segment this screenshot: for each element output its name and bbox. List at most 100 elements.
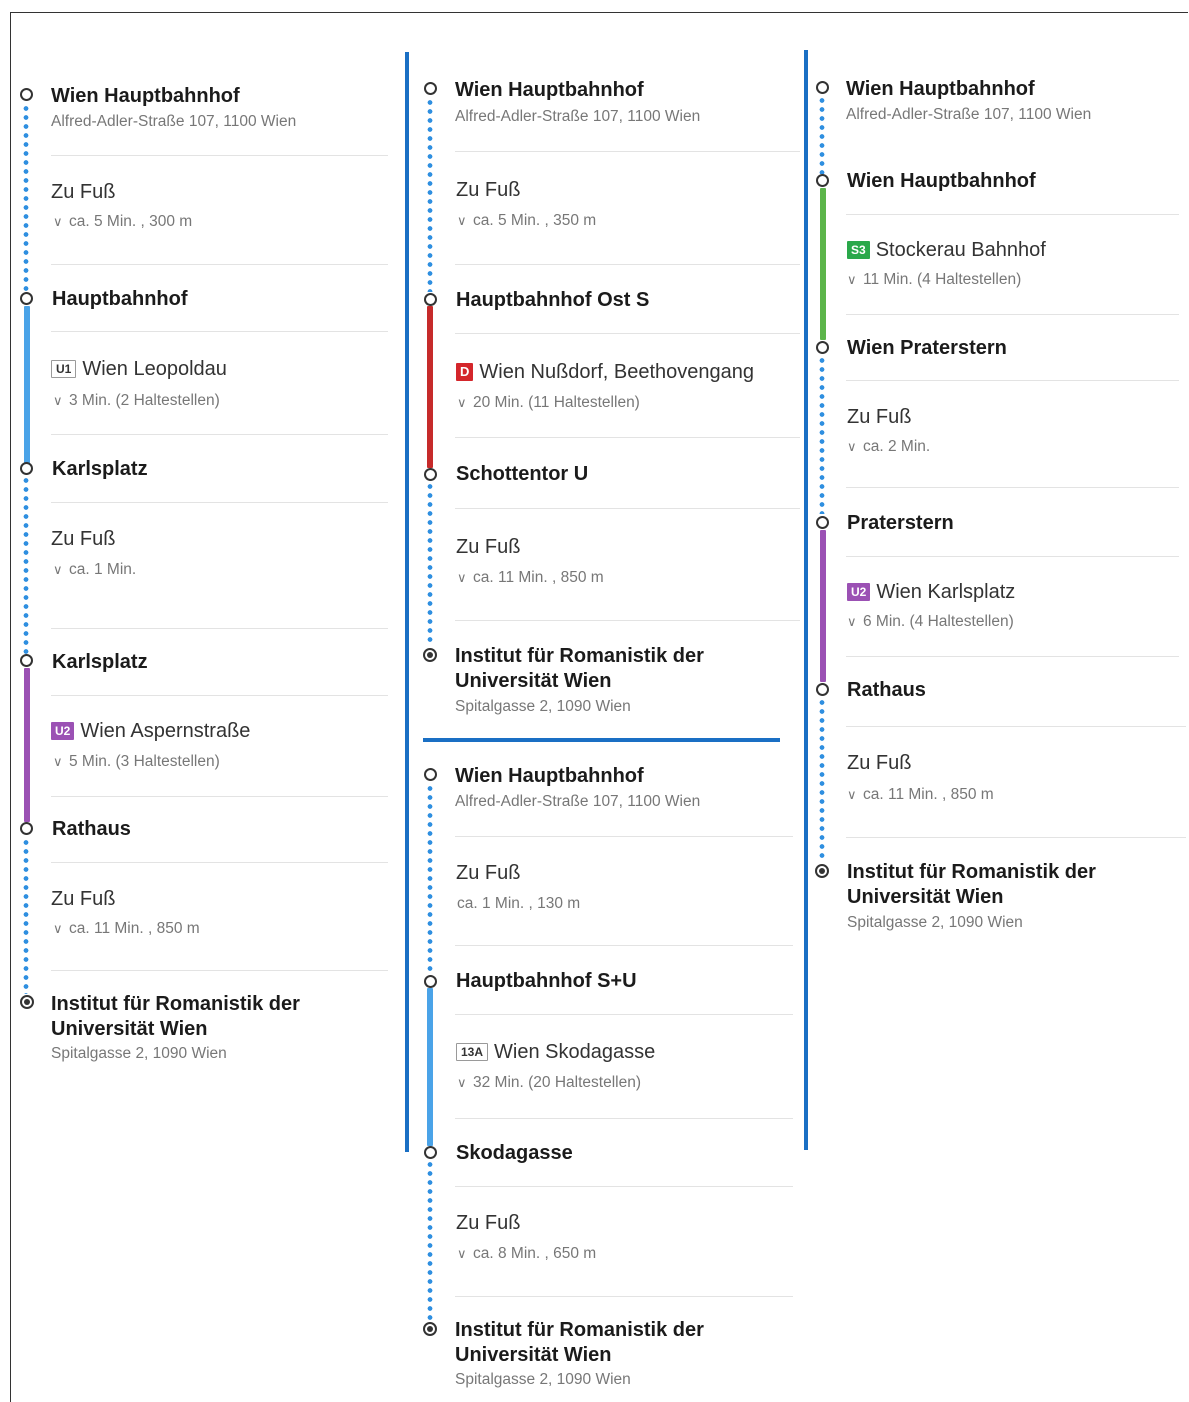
divider bbox=[51, 628, 388, 629]
ride-direction[interactable]: U2 Wien Aspernstraße bbox=[51, 720, 250, 743]
destination-name[interactable]: Institut für Romanistik der Universität … bbox=[455, 644, 795, 694]
stop-name[interactable]: Wien Praterstern bbox=[847, 337, 1007, 360]
chevron-down-icon: ∨ bbox=[53, 214, 63, 229]
walk-label: Zu Fuß bbox=[456, 536, 521, 558]
walk-detail[interactable]: ∨ ca. 11 Min. , 850 m bbox=[53, 920, 200, 938]
start-stop-name[interactable]: Wien Hauptbahnhof bbox=[846, 78, 1035, 101]
walk-detail[interactable]: ∨ ca. 1 Min. bbox=[53, 561, 136, 579]
walk-line bbox=[23, 476, 29, 654]
u2-line bbox=[820, 530, 826, 682]
walk-label: Zu Fuß bbox=[51, 181, 116, 203]
chevron-down-icon: ∨ bbox=[457, 395, 467, 410]
divider bbox=[846, 726, 1186, 727]
walk-line bbox=[23, 838, 29, 994]
stop-circle-icon bbox=[424, 468, 437, 481]
walk-detail[interactable]: ∨ ca. 5 Min. , 300 m bbox=[53, 213, 192, 231]
stop-circle-icon bbox=[816, 81, 829, 94]
walk-detail[interactable]: ∨ ca. 2 Min. bbox=[847, 438, 930, 456]
destination-name[interactable]: Institut für Romanistik der Universität … bbox=[455, 1318, 795, 1368]
walk-detail[interactable]: ∨ ca. 5 Min. , 350 m bbox=[457, 212, 596, 230]
destination-icon bbox=[423, 648, 437, 662]
walk-detail[interactable]: ∨ ca. 8 Min. , 650 m bbox=[457, 1245, 596, 1263]
chevron-down-icon: ∨ bbox=[457, 213, 467, 228]
stop-name[interactable]: Wien Hauptbahnhof bbox=[847, 170, 1036, 193]
stop-circle-icon bbox=[816, 516, 829, 529]
stop-circle-icon bbox=[424, 975, 437, 988]
walk-line bbox=[819, 698, 825, 862]
start-address: Alfred-Adler-Straße 107, 1100 Wien bbox=[846, 106, 1092, 123]
d-badge: D bbox=[456, 363, 474, 381]
destination-name[interactable]: Institut für Romanistik der Universität … bbox=[51, 992, 391, 1042]
start-stop-name[interactable]: Wien Hauptbahnhof bbox=[455, 765, 644, 788]
walk-line bbox=[819, 96, 825, 174]
stop-name[interactable]: Karlsplatz bbox=[52, 458, 148, 481]
walk-line bbox=[427, 1160, 433, 1322]
ride-direction[interactable]: S3 Stockerau Bahnhof bbox=[847, 239, 1046, 262]
stop-name[interactable]: Hauptbahnhof S+U bbox=[456, 970, 637, 993]
walk-detail[interactable]: ca. 1 Min. , 130 m bbox=[457, 895, 580, 913]
ride-detail[interactable]: ∨ 20 Min. (11 Haltestellen) bbox=[457, 394, 640, 412]
divider bbox=[455, 1014, 793, 1015]
column-separator bbox=[405, 52, 409, 1152]
divider bbox=[455, 1186, 793, 1187]
divider bbox=[846, 656, 1179, 657]
divider bbox=[846, 487, 1179, 488]
destination-address: Spitalgasse 2, 1090 Wien bbox=[455, 1371, 631, 1388]
divider bbox=[51, 155, 388, 156]
stop-name[interactable]: Praterstern bbox=[847, 512, 954, 535]
walk-line bbox=[819, 356, 825, 514]
stop-name[interactable]: Hauptbahnhof Ost S bbox=[456, 289, 649, 312]
walk-line bbox=[23, 104, 29, 292]
divider bbox=[51, 502, 388, 503]
stop-circle-icon bbox=[20, 88, 33, 101]
start-address: Alfred-Adler-Straße 107, 1100 Wien bbox=[455, 108, 701, 125]
walk-detail[interactable]: ∨ ca. 11 Min. , 850 m bbox=[847, 786, 994, 804]
ride-detail[interactable]: ∨ 32 Min. (20 Haltestellen) bbox=[457, 1074, 641, 1092]
chevron-down-icon: ∨ bbox=[53, 393, 63, 408]
stop-name[interactable]: Rathaus bbox=[847, 679, 926, 702]
start-address: Alfred-Adler-Straße 107, 1100 Wien bbox=[455, 793, 701, 810]
walk-label: Zu Fuß bbox=[456, 179, 521, 201]
u1-badge: U1 bbox=[51, 360, 77, 378]
divider bbox=[846, 556, 1179, 557]
divider bbox=[455, 508, 800, 509]
walk-line bbox=[427, 784, 433, 974]
ride-detail[interactable]: ∨ 6 Min. (4 Haltestellen) bbox=[847, 613, 1014, 631]
divider bbox=[846, 837, 1186, 838]
divider bbox=[455, 1296, 793, 1297]
divider bbox=[51, 796, 388, 797]
ride-detail[interactable]: ∨ 3 Min. (2 Haltestellen) bbox=[53, 392, 220, 410]
chevron-down-icon: ∨ bbox=[847, 614, 857, 629]
column-separator bbox=[804, 50, 808, 1150]
u2-line bbox=[24, 668, 30, 822]
walk-label: Zu Fuß bbox=[847, 752, 912, 774]
stop-circle-icon bbox=[424, 82, 437, 95]
ride-direction[interactable]: D Wien Nußdorf, Beethovengang bbox=[456, 361, 754, 384]
ride-direction[interactable]: U2 Wien Karlsplatz bbox=[847, 581, 1015, 604]
destination-address: Spitalgasse 2, 1090 Wien bbox=[455, 698, 631, 715]
stop-name[interactable]: Rathaus bbox=[52, 818, 131, 841]
s3-line bbox=[820, 188, 826, 340]
stop-name[interactable]: Schottentor U bbox=[456, 463, 588, 486]
ride-detail[interactable]: ∨ 5 Min. (3 Haltestellen) bbox=[53, 753, 220, 771]
stop-name[interactable]: Skodagasse bbox=[456, 1142, 573, 1165]
stop-name[interactable]: Hauptbahnhof bbox=[52, 288, 188, 311]
ride-direction[interactable]: 13A Wien Skodagasse bbox=[456, 1041, 655, 1064]
chevron-down-icon: ∨ bbox=[457, 1075, 467, 1090]
chevron-down-icon: ∨ bbox=[53, 562, 63, 577]
divider bbox=[455, 333, 800, 334]
bus-line bbox=[427, 988, 433, 1146]
ride-detail[interactable]: ∨ 11 Min. (4 Haltestellen) bbox=[847, 271, 1021, 289]
ride-direction[interactable]: U1 Wien Leopoldau bbox=[51, 358, 227, 381]
chevron-down-icon: ∨ bbox=[847, 272, 857, 287]
destination-name[interactable]: Institut für Romanistik der Universität … bbox=[847, 860, 1187, 910]
divider bbox=[51, 264, 388, 265]
walk-detail[interactable]: ∨ ca. 11 Min. , 850 m bbox=[457, 569, 604, 587]
walk-label: Zu Fuß bbox=[456, 862, 521, 884]
walk-label: Zu Fuß bbox=[51, 888, 116, 910]
walk-line bbox=[427, 98, 433, 292]
route-separator bbox=[423, 738, 780, 742]
start-stop-name[interactable]: Wien Hauptbahnhof bbox=[51, 85, 240, 108]
start-stop-name[interactable]: Wien Hauptbahnhof bbox=[455, 79, 644, 102]
stop-name[interactable]: Karlsplatz bbox=[52, 651, 148, 674]
